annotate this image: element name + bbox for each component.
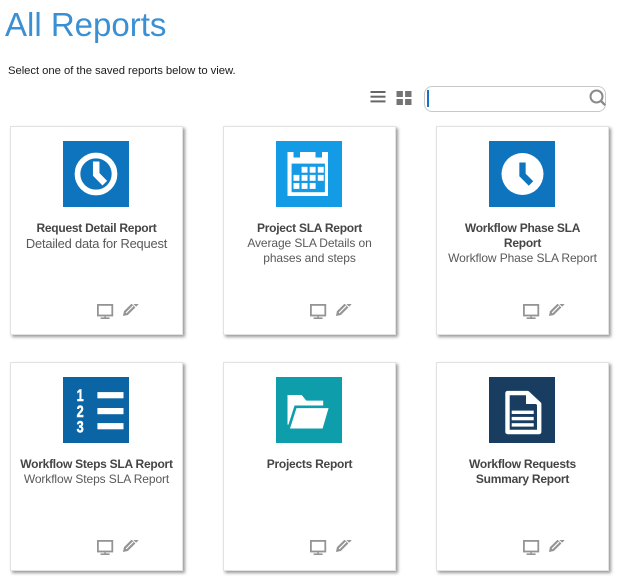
svg-text:3: 3	[77, 418, 84, 437]
